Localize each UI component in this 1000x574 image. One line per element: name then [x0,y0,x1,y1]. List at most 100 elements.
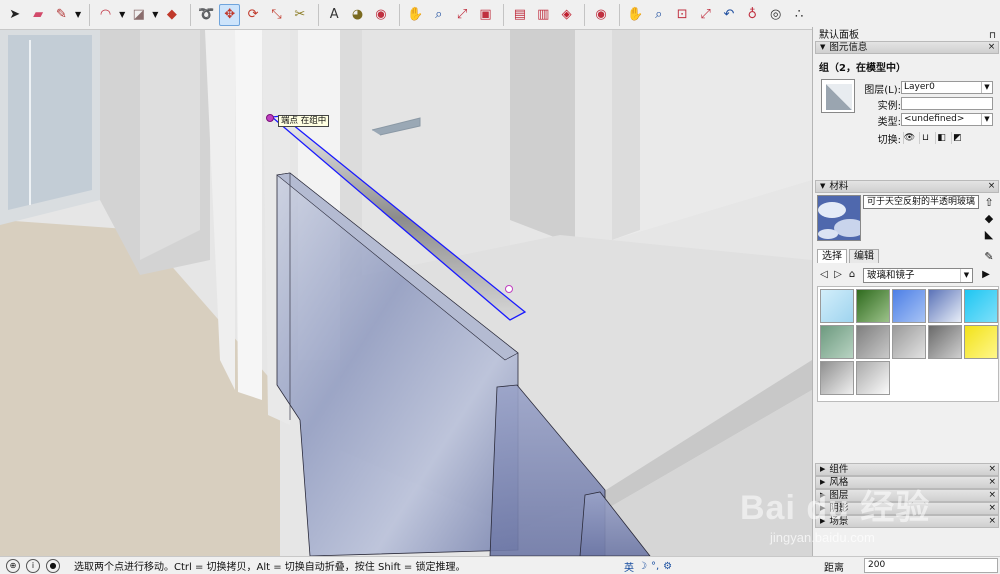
extension-warehouse-tool[interactable]: ◈ [556,4,577,26]
chevron-down-icon[interactable]: ▼ [960,268,972,282]
look-around-tool[interactable]: ◎ [765,4,786,26]
paint-bucket-tool[interactable]: ◕ [347,4,368,26]
arrow-cursor-icon: ➤ [9,7,21,22]
share-model-tool[interactable]: ▤ [509,4,530,26]
dropdown-arrow-icon[interactable]: ▼ [151,4,159,26]
default-material-icon[interactable]: ◣ [981,227,997,241]
toolbar-separator [618,3,620,26]
line-tool[interactable]: ✎ [51,4,72,26]
tape-measure-tool[interactable]: ✂ [289,4,310,26]
rectangle-tool[interactable]: ◪ [128,4,149,26]
panel-components-label: 组件 [829,464,849,475]
get-models-icon: ▥ [537,7,550,22]
move-tool[interactable]: ✥ [218,3,241,26]
reset-material-icon[interactable]: ◆ [981,211,997,225]
settings-gear-icon[interactable]: ⚙ [663,561,672,572]
get-models-tool[interactable]: ▥ [533,4,554,26]
material-name-field[interactable]: 可于天空反射的半透明玻璃 [863,195,979,209]
swatch-light-cyan-grid[interactable] [820,289,854,323]
dropdown-arrow-icon[interactable]: ▼ [118,4,126,26]
eye-icon[interactable]: 👁 [903,132,915,144]
chevron-down-icon[interactable]: ▼ [981,114,992,125]
swatch-gray-diagonal[interactable] [928,325,962,359]
close-icon[interactable]: × [988,516,996,527]
instance-label: 实例: [877,101,901,112]
entity-info-header[interactable]: ▼ 图元信息 × [815,41,999,54]
orbit-tool[interactable]: ◉ [370,4,391,26]
walk-tool[interactable]: ∴ [788,4,809,26]
tab-edit[interactable]: 编辑 [849,249,879,263]
eyedropper-icon[interactable]: ✎ [981,249,997,263]
swatch-gray-grid[interactable] [856,325,890,359]
geo-location-icon[interactable]: ⊕ [6,558,20,573]
measurements-input[interactable]: 200 [864,558,998,573]
swatch-green-diagonal[interactable] [856,289,890,323]
type-select[interactable]: <undefined> ▼ [901,113,993,126]
toolbar-separator [189,3,191,26]
swatch-cyan-diagonal[interactable] [964,289,998,323]
collapsed-triangle-icon: ▶ [820,465,826,473]
zoom-extents-tool-2[interactable]: ⤢ [695,4,716,26]
moon-icon: ☽ [638,560,647,572]
zoom-extents-icon: ⤢ [456,7,468,22]
close-icon[interactable]: × [987,42,996,53]
close-icon[interactable]: × [988,503,996,514]
forward-icon[interactable]: ▷ [831,268,845,282]
home-icon[interactable]: ⌂ [845,268,859,282]
details-arrow-icon[interactable]: ▶ [979,268,993,282]
layer-select[interactable]: Layer0 ▼ [901,81,993,94]
select-tool[interactable]: ➤ [4,4,25,26]
status-bar: ⊕ i ● 选取两个点进行移动。Ctrl = 切换拷贝，Alt = 切换自动折叠… [0,556,1000,574]
swatch-blue-gradient[interactable] [892,289,926,323]
swatch-gray-gradient[interactable] [820,361,854,395]
follow-me-tool[interactable]: ➰ [196,4,217,26]
receive-shadows-icon[interactable]: ◧ [935,132,947,144]
swatch-speckled[interactable] [892,325,926,359]
ime-indicator[interactable]: 英 ☽ °, ⚙ [620,558,688,574]
swatch-light-gray-gradient[interactable] [856,361,890,395]
cast-shadows-icon[interactable]: ◩ [951,132,963,144]
pan-tool-2[interactable]: ✋ [625,4,646,26]
close-icon[interactable]: × [988,490,996,501]
close-icon[interactable]: × [988,464,996,475]
orbit-tool-2[interactable]: ◉ [590,4,611,26]
ruby-icon: ◈ [561,7,572,22]
instance-field[interactable] [901,97,993,110]
swatch-sky-reflection[interactable] [928,289,962,323]
tab-select[interactable]: 选择 [817,249,847,263]
footprints-icon: ∴ [794,7,804,22]
toolbar-separator [584,3,586,26]
entity-title: 组（2，在模型中） [819,63,906,74]
lock-icon[interactable]: ⊔ [919,132,931,144]
previous-view-tool[interactable]: ↶ [718,4,739,26]
rotate-tool[interactable]: ⟳ [242,4,263,26]
position-camera-tool[interactable]: ♁ [742,4,763,26]
create-material-icon[interactable]: ⇧ [981,195,997,209]
paint-bucket-icon: ◕ [351,7,364,22]
swatch-yellow[interactable] [964,325,998,359]
dropdown-arrow-icon[interactable]: ▼ [74,4,82,26]
arc-tool[interactable]: ◠ [95,4,116,26]
scale-tool[interactable]: ⤡ [266,4,287,26]
zoom-window-tool[interactable]: ⊡ [671,4,692,26]
eraser-tool[interactable]: ▰ [27,4,48,26]
user-icon[interactable]: ● [46,558,60,573]
pan-tool[interactable]: ✋ [405,4,426,26]
library-select[interactable]: 玻璃和镜子 ▼ [863,267,973,283]
credits-icon[interactable]: i [26,558,40,573]
warehouse-tool[interactable]: ▣ [475,4,496,26]
model-viewport[interactable]: 端点 在组中 [0,30,812,556]
close-icon[interactable]: × [988,477,996,488]
move-handle[interactable] [505,285,513,293]
zoom-tool-2[interactable]: ⌕ [648,4,669,26]
materials-header[interactable]: ▼ 材料 × [815,180,999,193]
close-icon[interactable]: × [987,181,996,192]
swatch-green-stripes[interactable] [820,325,854,359]
zoom-extents-tool[interactable]: ⤢ [451,4,472,26]
panel-components[interactable]: ▶ 组件 × [815,463,999,476]
chevron-down-icon[interactable]: ▼ [981,82,992,93]
push-pull-tool[interactable]: ◆ [161,4,182,26]
zoom-tool[interactable]: ⌕ [428,4,449,26]
back-icon[interactable]: ◁ [817,268,831,282]
text-tool[interactable]: A [324,4,345,26]
